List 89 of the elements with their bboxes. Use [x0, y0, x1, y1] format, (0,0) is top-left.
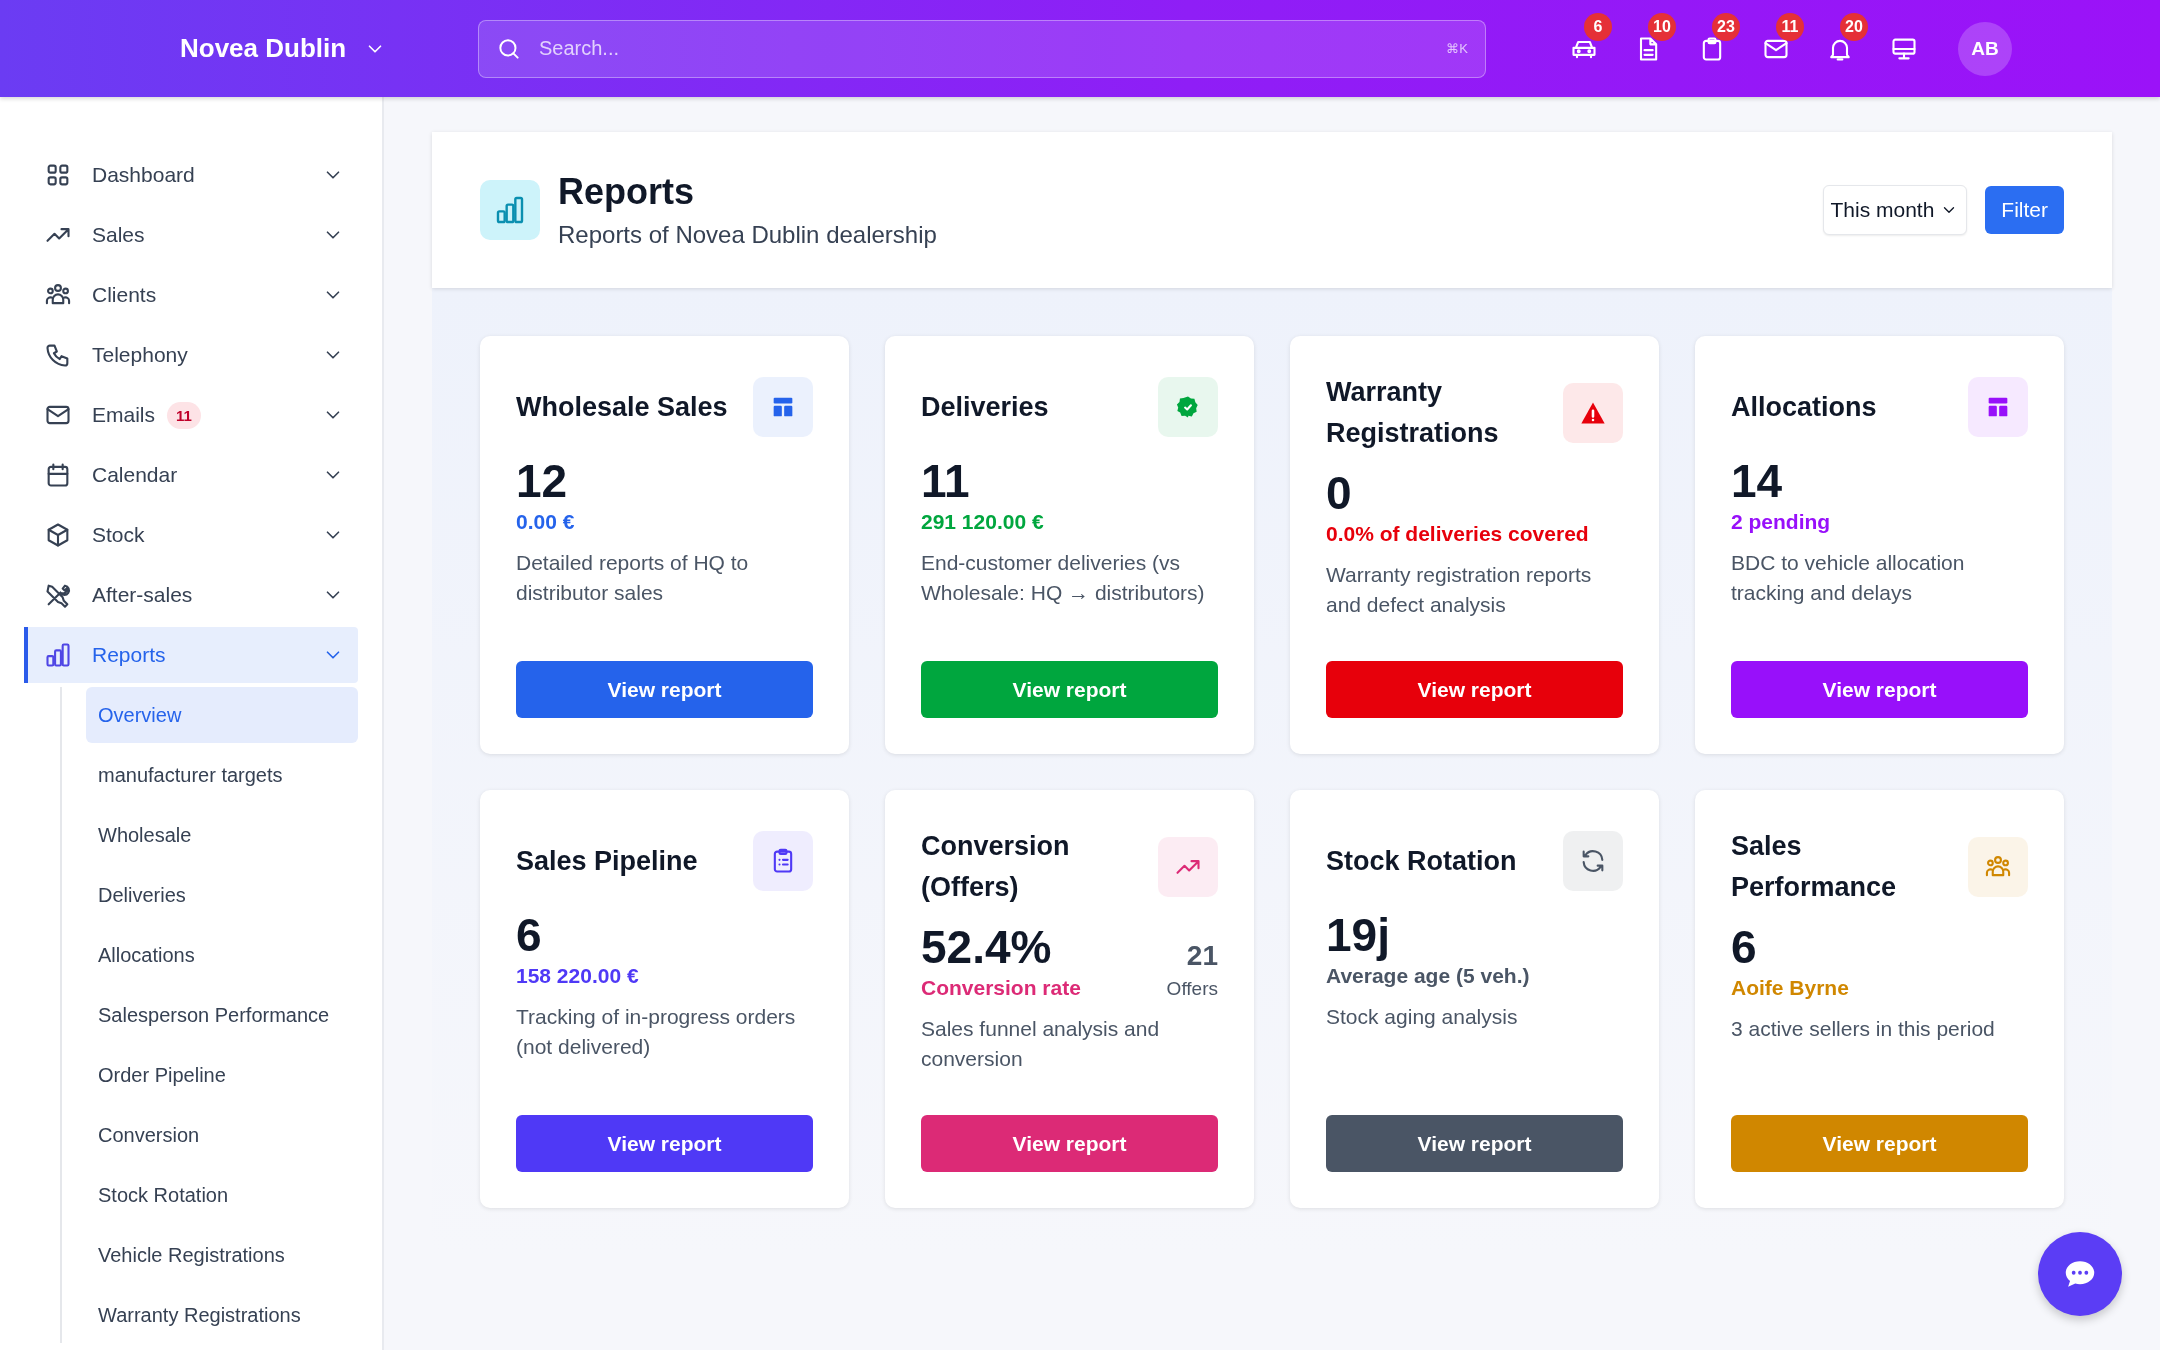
card-value: 6 [516, 908, 543, 962]
sidebar-label: Clients [92, 283, 157, 307]
sidebar-label: Sales [92, 223, 145, 247]
sidebar-item[interactable]: Emails 11 [24, 387, 358, 443]
submenu-item[interactable]: Vehicle Registrations [86, 1227, 358, 1283]
clipboard-button[interactable]: 23 [1694, 12, 1742, 67]
count-badge: 11 [167, 401, 201, 429]
card-detail: Average age (5 veh.) [1326, 964, 1531, 988]
sidebar-label: Telephony [92, 343, 188, 367]
card-detail: 0.00 € [516, 510, 576, 534]
submenu-item[interactable]: Deliveries [86, 867, 358, 923]
card-detail: Conversion rate [921, 976, 1081, 1000]
card-value: 12 [516, 454, 569, 508]
sidebar-item[interactable]: Reports [24, 627, 358, 683]
submenu-item[interactable]: Wholesale [86, 807, 358, 863]
submenu-item[interactable]: manufacturer targets [86, 747, 358, 803]
sidebar-label: Dashboard [92, 163, 195, 187]
offers-count: 21 [1186, 940, 1218, 972]
card-title: Deliveries [921, 390, 1049, 424]
card-detail: 2 pending [1731, 510, 1832, 534]
envelope-button[interactable]: 11 [1758, 12, 1806, 67]
document-button[interactable]: 10 [1630, 12, 1678, 67]
car-button[interactable]: 6 [1566, 12, 1614, 67]
count-badge: 10 [1648, 12, 1676, 41]
count-badge: 6 [1584, 12, 1612, 41]
submenu-item[interactable]: Conversion [86, 1107, 358, 1163]
count-badge: 11 [1776, 12, 1804, 41]
card-title: Stock Rotation [1326, 844, 1517, 878]
card-title: Sales Performance [1731, 830, 1898, 904]
count-badge: 20 [1840, 12, 1868, 41]
view-report-button[interactable]: View report [1731, 661, 2028, 718]
view-report-button[interactable]: View report [1326, 661, 1623, 718]
submenu-item[interactable]: Warranty Registrations [86, 1287, 358, 1343]
submenu-item[interactable]: Overview [86, 687, 358, 743]
card-description: Tracking of in-progress orders (not delivered) [516, 1004, 797, 1060]
submenu-item[interactable]: Stock Rotation [86, 1167, 358, 1223]
card-description: Stock aging analysis [1326, 1004, 1519, 1030]
sidebar-item[interactable]: Clients [24, 267, 358, 323]
card-description: Warranty registration reports and defect analysis [1326, 562, 1593, 618]
sidebar-item[interactable]: Sales [24, 207, 358, 263]
card-detail: 291 120.00 € [921, 510, 1045, 534]
sidebar-label: Calendar [92, 463, 178, 487]
sidebar-label: Stock [92, 523, 145, 547]
view-report-button[interactable]: View report [516, 661, 813, 718]
view-report-button[interactable]: View report [516, 1115, 813, 1172]
card-detail: 0.0% of deliveries covered [1326, 522, 1590, 546]
submenu-item[interactable]: Order Pipeline [86, 1047, 358, 1103]
offers-label: Offers [1166, 978, 1218, 1000]
card-value: 0 [1326, 466, 1353, 520]
page-subtitle: Reports of Novea Dublin dealership [558, 221, 937, 249]
sidebar-item[interactable]: Stock [24, 507, 358, 563]
card-description: BDC to vehicle allocation tracking and delays [1731, 550, 1966, 606]
card-value: 14 [1731, 454, 1784, 508]
sidebar-item[interactable]: Telephony [24, 327, 358, 383]
card-value: 11 [921, 454, 971, 508]
view-report-button[interactable]: View report [921, 1115, 1218, 1172]
sidebar-label: Reports [92, 643, 166, 667]
view-report-button[interactable]: View report [1326, 1115, 1623, 1172]
card-title: Sales Pipeline [516, 844, 698, 878]
card-title: Allocations [1731, 390, 1877, 424]
page-title: Reports [558, 171, 696, 213]
sidebar-label: Emails [92, 403, 155, 427]
card-value: 52.4% [921, 920, 1053, 974]
sidebar-item[interactable]: After-sales [24, 567, 358, 623]
submenu-item[interactable]: Salesperson Performance [86, 987, 358, 1043]
sidebar-item[interactable]: Calendar [24, 447, 358, 503]
card-description: Detailed reports of HQ to distributor sales [516, 550, 750, 606]
card-title: Conversion (Offers) [921, 830, 1071, 904]
card-detail: 158 220.00 € [516, 964, 640, 988]
brand-name: Novea Dublin [180, 33, 347, 64]
period-select[interactable]: This month [1823, 185, 1968, 235]
card-title: Wholesale Sales [516, 390, 728, 424]
shortcut-hint: ⌘K [1446, 40, 1468, 56]
card-value: 6 [1731, 920, 1758, 974]
card-description: End-customer deliveries (vs Wholesale: HQ → distributors) [921, 550, 1206, 606]
card-title: Warranty Registrations [1326, 376, 1500, 450]
sidebar-item[interactable]: Dashboard [24, 147, 358, 203]
submenu-item[interactable]: Allocations [86, 927, 358, 983]
count-badge: 23 [1712, 12, 1740, 41]
bar-chart-icon [494, 194, 526, 226]
bell-button[interactable]: 20 [1822, 12, 1870, 67]
filter-button[interactable]: Filter [1985, 186, 2064, 234]
bar-chart-icon [44, 641, 72, 669]
card-description: Sales funnel analysis and conversion [921, 1016, 1161, 1072]
card-value: 19j [1326, 908, 1391, 962]
avatar[interactable]: AB [1958, 21, 2012, 76]
sidebar-label: After-sales [92, 583, 193, 607]
card-detail: Aoife Byrne [1731, 976, 1850, 1000]
card-description: 3 active sellers in this period [1731, 1016, 1996, 1042]
